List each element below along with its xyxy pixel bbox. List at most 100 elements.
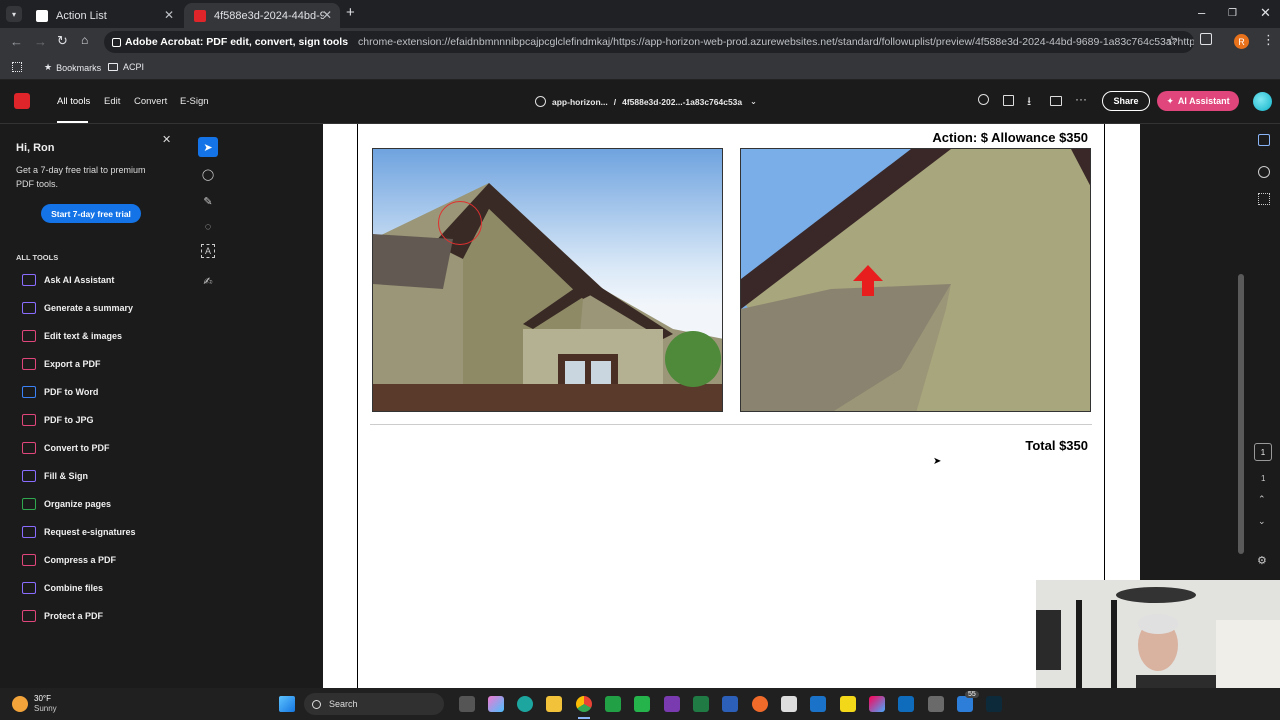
tool-item[interactable]: Organize pages — [22, 496, 111, 512]
text-box-icon[interactable]: A — [201, 244, 215, 258]
forward-icon[interactable]: → — [34, 34, 47, 49]
tool-item[interactable]: Convert to PDF — [22, 440, 110, 456]
menu-edit[interactable]: Edit — [104, 96, 120, 107]
close-panel-icon[interactable]: ✕ — [162, 133, 171, 146]
app-multicolor-icon[interactable] — [869, 696, 885, 712]
print-icon[interactable] — [1050, 96, 1062, 106]
extension-icon — [112, 37, 121, 47]
select-tool-icon[interactable]: ➤ — [198, 137, 218, 157]
more-options-icon[interactable]: ··· — [1075, 92, 1087, 106]
tool-icon — [22, 442, 36, 454]
calculator-icon[interactable] — [928, 696, 944, 712]
ai-chat-icon[interactable] — [1258, 166, 1270, 178]
tool-item[interactable]: Protect a PDF — [22, 608, 103, 624]
tool-item[interactable]: PDF to Word — [22, 384, 98, 400]
minimize-icon[interactable]: – — [1198, 5, 1205, 20]
search-icon[interactable] — [978, 94, 989, 105]
tab-pdf-preview[interactable]: 4f588e3d-2024-44bd-9689-1a8 ✕ — [184, 3, 340, 28]
copilot-icon[interactable] — [488, 696, 504, 712]
task-view-icon[interactable] — [459, 696, 475, 712]
download-icon[interactable]: ⭳ — [1027, 92, 1031, 113]
menu-esign[interactable]: E-Sign — [180, 96, 209, 107]
mouse-cursor: ➤ — [933, 456, 942, 467]
menu-all-tools[interactable]: All tools — [57, 96, 90, 107]
site-chip[interactable]: Adobe Acrobat: PDF edit, convert, sign t… — [112, 36, 348, 48]
close-tab-icon[interactable]: ✕ — [164, 8, 174, 22]
tab-list-dropdown-icon[interactable]: ▾ — [6, 6, 22, 22]
url-text: chrome-extension://efaidnbmnnnibpcajpcgl… — [358, 36, 1194, 48]
tool-item[interactable]: Combine files — [22, 580, 103, 596]
profile-avatar[interactable]: R — [1234, 34, 1249, 49]
tool-item[interactable]: Request e-signatures — [22, 524, 136, 540]
tool-item[interactable]: Fill & Sign — [22, 468, 88, 484]
tool-item[interactable]: Export a PDF — [22, 356, 101, 372]
acpi-folder[interactable]: ACPI — [108, 62, 144, 72]
comment-tool-icon[interactable]: ◯ — [198, 164, 218, 184]
scrollbar-thumb[interactable] — [1238, 274, 1244, 554]
section-title: ALL TOOLS — [16, 253, 59, 262]
close-tab-icon[interactable]: ✕ — [322, 8, 332, 22]
weather-desc: Sunny — [34, 704, 57, 713]
page-down-icon[interactable]: ⌄ — [1258, 516, 1266, 527]
app-green-icon[interactable] — [605, 696, 621, 712]
sign-tool-icon[interactable]: ✍ — [198, 271, 218, 291]
page-content-border — [357, 124, 1105, 688]
tool-label: Convert to PDF — [44, 443, 110, 453]
tab-action-list[interactable]: Action List ✕ — [26, 3, 182, 28]
highlight-pen-icon[interactable]: ✎ — [198, 191, 218, 211]
chrome-icon[interactable] — [576, 696, 592, 712]
weather-widget[interactable]: 30°F Sunny — [12, 694, 57, 714]
tool-item[interactable]: Compress a PDF — [22, 552, 116, 568]
page-up-icon[interactable]: ⌃ — [1258, 494, 1266, 505]
start-button-icon[interactable] — [279, 696, 295, 712]
organize-icon[interactable] — [1258, 193, 1270, 205]
outlook-new-icon[interactable] — [810, 696, 826, 712]
restore-icon[interactable]: ❐ — [1228, 8, 1237, 19]
extensions-icon[interactable] — [1200, 33, 1212, 45]
edge-icon[interactable] — [517, 696, 533, 712]
home-icon[interactable]: ⌂ — [81, 33, 88, 47]
share-button[interactable]: Share — [1102, 91, 1150, 111]
page-thumbnails-icon[interactable] — [1003, 95, 1014, 106]
browser-menu-icon[interactable]: ⋮ — [1262, 32, 1275, 48]
excel-icon[interactable] — [693, 696, 709, 712]
current-page-box[interactable]: 1 — [1254, 443, 1272, 461]
apps-grid-icon[interactable] — [12, 62, 22, 72]
tool-item[interactable]: Generate a summary — [22, 300, 133, 316]
new-tab-icon[interactable]: + — [346, 4, 355, 21]
acrobat-logo-icon[interactable] — [14, 93, 30, 109]
tool-item[interactable]: PDF to JPG — [22, 412, 94, 428]
pdf-favicon-icon — [194, 9, 206, 22]
firefox-icon[interactable] — [752, 696, 768, 712]
close-window-icon[interactable]: ✕ — [1260, 5, 1271, 21]
path-separator: / — [613, 96, 617, 107]
menu-convert[interactable]: Convert — [134, 96, 167, 107]
bookmark-star-icon[interactable]: ☆ — [1166, 33, 1178, 49]
document-path[interactable]: app-horizon... / 4f588e3d-202...-1a83c76… — [535, 96, 757, 107]
app-green-square-icon[interactable] — [634, 696, 650, 712]
weather-temp: 30°F — [34, 694, 51, 703]
address-bar[interactable]: Adobe Acrobat: PDF edit, convert, sign t… — [104, 31, 1194, 53]
zoom-settings-icon[interactable]: ⚙ — [1257, 554, 1267, 567]
reload-icon[interactable]: ↻ — [57, 33, 68, 49]
onenote-icon[interactable] — [664, 696, 680, 712]
back-icon[interactable]: ← — [10, 34, 23, 49]
total-pages: 1 — [1261, 474, 1266, 483]
bookmarks-folder[interactable]: ★ Bookmarks — [44, 62, 101, 73]
app-doc-icon[interactable] — [781, 696, 797, 712]
comments-panel-icon[interactable] — [1258, 134, 1270, 146]
start-trial-button[interactable]: Start 7-day free trial — [41, 204, 141, 223]
file-explorer-icon[interactable] — [546, 696, 562, 712]
sticky-notes-icon[interactable] — [840, 696, 856, 712]
lasso-draw-icon[interactable]: ◌ — [198, 217, 218, 237]
word-icon[interactable] — [722, 696, 738, 712]
tool-item[interactable]: Edit text & images — [22, 328, 122, 344]
tool-item[interactable]: Ask AI Assistant — [22, 272, 114, 288]
tool-label: Export a PDF — [44, 359, 101, 369]
outlook-icon[interactable] — [898, 696, 914, 712]
account-avatar[interactable] — [1253, 92, 1272, 111]
ai-assistant-button[interactable]: ✦ AI Assistant — [1157, 91, 1239, 111]
taskbar-search[interactable]: Search — [304, 693, 444, 715]
app-badge-icon[interactable] — [957, 696, 973, 712]
terminal-icon[interactable] — [986, 696, 1002, 712]
